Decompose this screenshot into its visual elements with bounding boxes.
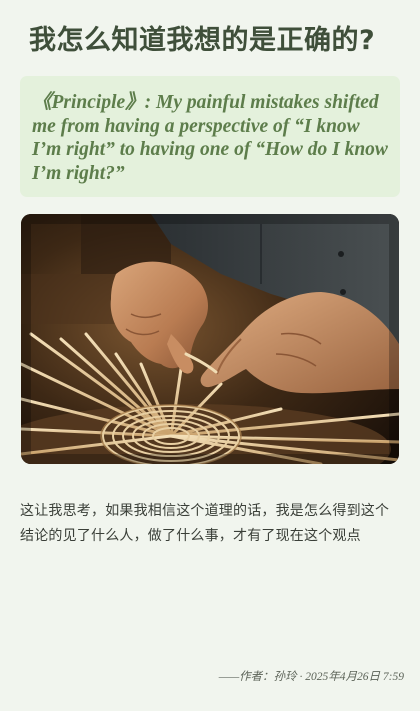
author-footer: ——作者：孙玲 · 2025年4月26日 7:59 [218,671,404,683]
article-title: 我怎么知道我想的是正确的? [29,25,376,56]
quote-block: 《Principle》: My painful mistakes shifted… [20,76,400,197]
weaving-hands-photo [21,214,399,464]
article-body: 这让我思考，如果我相信这个道理的话，我是怎么得到这个结论的见了什么人，做了什么事… [20,503,390,544]
article-page: 我怎么知道我想的是正确的? 《Principle》: My painful mi… [0,0,420,711]
quote-text: 《Principle》: My painful mistakes shifted… [32,92,388,184]
